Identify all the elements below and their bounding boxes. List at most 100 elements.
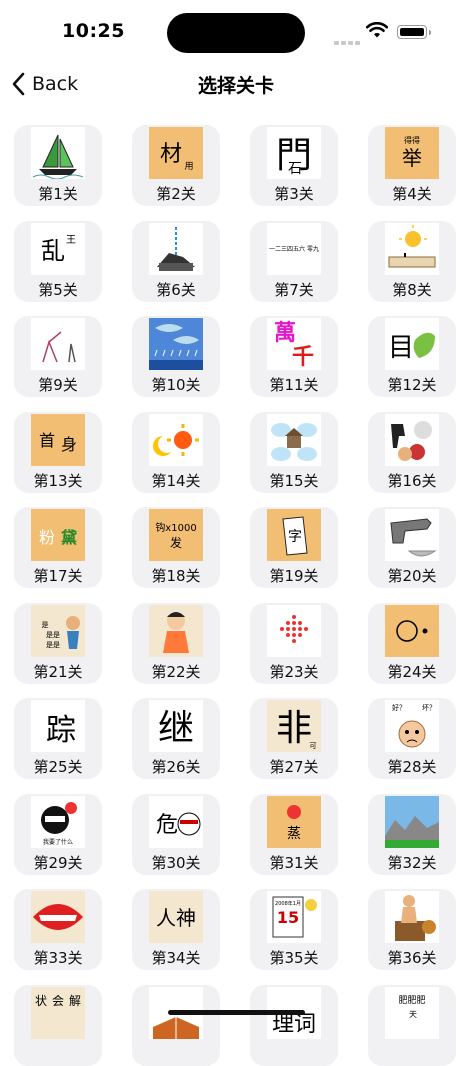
level-tile[interactable]: 第32关 <box>368 793 456 875</box>
landscape-icon <box>385 795 439 848</box>
level-tile[interactable]: 非可第27关 <box>250 698 338 779</box>
level-label: 第1关 <box>38 185 78 203</box>
level-label: 第24关 <box>387 662 437 681</box>
level-tile[interactable]: 第23关 <box>250 602 338 684</box>
level-tile[interactable]: 状会解 <box>14 984 102 1066</box>
level-tile[interactable]: 第10关 <box>132 316 220 397</box>
character-puzzle-icon: 粉黛 <box>31 509 85 561</box>
svg-text:粉: 粉 <box>39 528 55 547</box>
level-tile[interactable]: 第14关 <box>132 411 220 493</box>
character-puzzle-icon <box>149 222 203 275</box>
level-tile[interactable]: 第1关 <box>14 125 102 206</box>
level-tile[interactable]: 門石第3关 <box>250 125 338 206</box>
level-label: 第23关 <box>269 662 319 681</box>
character-puzzle-icon: 得得举 <box>385 127 439 179</box>
svg-text:星期日: 星期日 <box>279 927 297 935</box>
svg-text:2008年1月: 2008年1月 <box>275 900 301 907</box>
level-label: 第10关 <box>151 376 201 394</box>
level-tile[interactable]: 字第19关 <box>250 507 338 588</box>
level-tile[interactable]: 第15关 <box>250 411 338 493</box>
level-tile[interactable]: 第6关 <box>132 220 220 302</box>
level-tile[interactable]: 第20关 <box>368 507 456 588</box>
character-puzzle-icon: 继 <box>149 700 203 752</box>
level-tile[interactable]: 踪第25关 <box>14 698 102 779</box>
level-label: 第34关 <box>151 949 201 967</box>
level-tile[interactable]: 萬千第11关 <box>250 316 338 397</box>
svg-text:目: 目 <box>388 333 414 363</box>
character-puzzle-icon: 人神 <box>149 891 203 943</box>
character-puzzle-icon: 目 <box>385 318 439 370</box>
level-label: 第13关 <box>33 471 83 490</box>
cartoon-character-icon <box>149 604 203 657</box>
character-puzzle-icon: 我要了什么 <box>31 795 85 848</box>
battery-icon <box>397 25 431 39</box>
svg-text:继: 继 <box>158 708 194 749</box>
level-label: 第14关 <box>151 471 201 490</box>
navigation-bar: Back 选择关卡 <box>0 62 472 106</box>
calendar-icon: 2008年1月 15 星期日 <box>267 891 321 943</box>
svg-text:解: 解 <box>69 994 81 1008</box>
svg-text:首: 首 <box>39 431 55 450</box>
svg-text:可: 可 <box>310 742 317 750</box>
svg-text:字: 字 <box>288 529 302 545</box>
level-tile[interactable]: 肥肥肥天 <box>368 984 456 1066</box>
level-tile[interactable]: 人神第34关 <box>132 889 220 970</box>
level-tile[interactable]: 第36关 <box>368 889 456 970</box>
svg-text:黛: 黛 <box>61 528 77 547</box>
svg-text:肥肥肥: 肥肥肥 <box>398 995 425 1006</box>
page-title: 选择关卡 <box>197 75 274 97</box>
level-tile[interactable]: 钩x1000 发第18关 <box>132 507 220 588</box>
level-tile[interactable]: 目第12关 <box>368 316 456 397</box>
character-puzzle-icon: 非可 <box>267 700 321 752</box>
revolver-bowl-icon <box>385 509 439 561</box>
level-tile[interactable]: 第22关 <box>132 602 220 684</box>
fish-rain-icon <box>149 318 203 370</box>
svg-text:材: 材 <box>160 142 182 167</box>
level-tile[interactable]: 首身第13关 <box>14 411 102 493</box>
cellular-signal-icon <box>334 30 362 49</box>
level-label: 第29关 <box>33 853 83 872</box>
level-tile[interactable]: 材用第2关 <box>132 125 220 206</box>
level-label: 第6关 <box>156 280 196 299</box>
character-puzzle-icon: 材用 <box>149 127 203 179</box>
sun-moon-icon <box>149 413 203 466</box>
level-tile[interactable]: 理词 <box>250 984 338 1066</box>
level-label: 第12关 <box>387 376 437 394</box>
level-tile[interactable]: 第8关 <box>368 220 456 302</box>
status-bar: 10:25 <box>0 0 472 60</box>
svg-text:得得: 得得 <box>404 135 420 145</box>
level-tile[interactable] <box>132 984 220 1066</box>
level-tile[interactable]: 继第26关 <box>132 698 220 779</box>
level-label: 第11关 <box>269 376 319 394</box>
level-tile[interactable]: 第9关 <box>14 316 102 397</box>
svg-text:萬: 萬 <box>274 321 296 346</box>
level-tile[interactable]: 第33关 <box>14 889 102 970</box>
character-puzzle-icon: 钩x1000 发 <box>149 509 203 561</box>
svg-text:好？: 好？ <box>392 703 406 712</box>
level-label: 第36关 <box>387 949 437 967</box>
character-puzzle-icon: 踪 <box>31 700 85 752</box>
level-tile[interactable]: 2008年1月 15 星期日 第35关 <box>250 889 338 970</box>
level-tile[interactable]: 危第30关 <box>132 793 220 875</box>
level-tile[interactable]: 我要了什么第29关 <box>14 793 102 875</box>
level-label: 第15关 <box>269 471 319 490</box>
character-puzzle-icon: 好？ 坏？ <box>385 700 439 752</box>
wifi-icon <box>366 22 388 38</box>
level-tile[interactable]: 蒸第31关 <box>250 793 338 875</box>
sailboat-icon <box>31 127 85 179</box>
character-puzzle-icon <box>267 604 321 657</box>
level-tile[interactable]: 得得举第4关 <box>368 125 456 206</box>
level-tile[interactable]: 第24关 <box>368 602 456 684</box>
level-tile[interactable]: 好？ 坏？ 第28关 <box>368 698 456 779</box>
level-tile[interactable]: 是是是 是是 第21关 <box>14 602 102 684</box>
level-tile[interactable]: 粉黛第17关 <box>14 507 102 588</box>
level-tile[interactable]: 第16关 <box>368 411 456 493</box>
level-label: 第32关 <box>387 853 437 872</box>
level-label: 第26关 <box>151 758 201 776</box>
circle-dot-icon <box>385 604 439 657</box>
level-tile[interactable]: 一二三四五六 零九 第7关 <box>250 220 338 302</box>
svg-text:天: 天 <box>409 1010 417 1019</box>
level-tile[interactable]: 乱王第5关 <box>14 220 102 302</box>
level-label: 第28关 <box>387 758 437 776</box>
character-puzzle-icon: 状会解 <box>31 986 85 1039</box>
